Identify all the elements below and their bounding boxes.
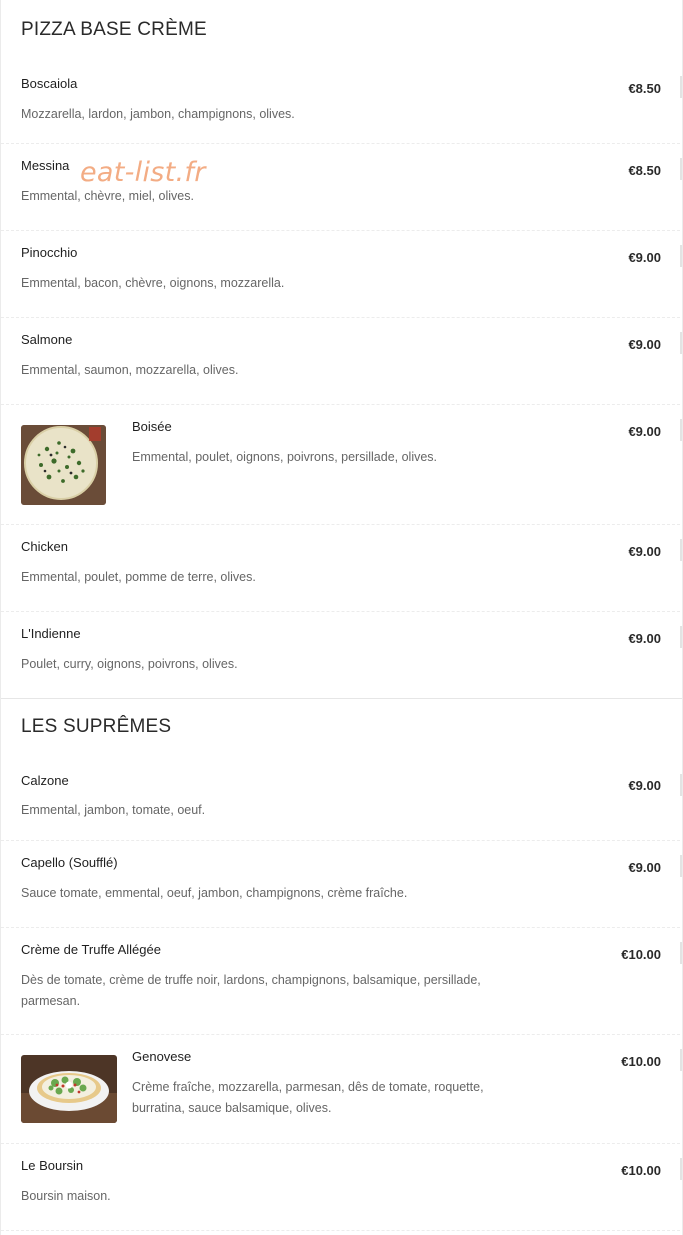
menu-item[interactable]: Crème de Truffe Allégée Dès de tomate, c… xyxy=(1,928,682,1035)
add-handle[interactable] xyxy=(680,245,682,267)
add-handle[interactable] xyxy=(680,539,682,561)
menu-item[interactable]: Le Boursin Boursin maison. €10.00 xyxy=(1,1144,682,1231)
item-description: Emmental, chèvre, miel, olives. xyxy=(21,189,194,203)
item-price: €10.00 xyxy=(621,947,661,962)
item-price: €9.00 xyxy=(628,778,661,793)
item-description: Boursin maison. xyxy=(21,1189,111,1203)
add-handle[interactable] xyxy=(680,942,682,964)
item-name: Capello (Soufflé) xyxy=(21,855,118,870)
menu-item[interactable]: Boisée Emmental, poulet, oignons, poivro… xyxy=(1,405,682,525)
add-handle[interactable] xyxy=(680,76,682,98)
item-description: Emmental, poulet, pomme de terre, olives… xyxy=(21,570,256,584)
menu-item[interactable]: L'Indienne Poulet, curry, oignons, poivr… xyxy=(1,612,682,698)
item-description: Emmental, saumon, mozzarella, olives. xyxy=(21,363,239,377)
menu-item[interactable]: Genovese Crème fraîche, mozzarella, parm… xyxy=(1,1035,682,1144)
pizza-photo[interactable] xyxy=(21,1055,117,1123)
item-description: Emmental, bacon, chèvre, oignons, mozzar… xyxy=(21,276,285,290)
menu-item[interactable]: Calzone Emmental, jambon, tomate, oeuf. … xyxy=(1,766,682,841)
item-price: €9.00 xyxy=(628,337,661,352)
menu-item[interactable]: Capello (Soufflé) Sauce tomate, emmental… xyxy=(1,841,682,928)
item-price: €9.00 xyxy=(628,860,661,875)
item-description: Emmental, jambon, tomate, oeuf. xyxy=(21,803,206,817)
item-price: €9.00 xyxy=(628,544,661,559)
item-description: Dès de tomate, crème de truffe noir, lar… xyxy=(21,973,481,1008)
section-title: LES SUPRÊMES xyxy=(21,716,172,737)
item-price: €9.00 xyxy=(628,631,661,646)
section-title: PIZZA BASE CRÈME xyxy=(21,19,207,40)
item-name: Boscaiola xyxy=(21,76,78,91)
menu-item[interactable]: Pinocchio Emmental, bacon, chèvre, oigno… xyxy=(1,231,682,318)
section-pizza-base-creme: PIZZA BASE CRÈME Boscaiola Mozzarella, l… xyxy=(1,0,682,698)
add-handle[interactable] xyxy=(680,1049,682,1071)
add-handle[interactable] xyxy=(680,626,682,648)
section-les-supremes: LES SUPRÊMES Calzone Emmental, jambon, t… xyxy=(1,698,682,1231)
menu-item[interactable]: Boscaiola Mozzarella, lardon, jambon, ch… xyxy=(1,62,682,144)
item-price: €8.50 xyxy=(628,81,661,96)
item-name: Calzone xyxy=(21,773,69,788)
item-description: Poulet, curry, oignons, poivrons, olives… xyxy=(21,657,238,671)
item-price: €10.00 xyxy=(621,1054,661,1069)
add-handle[interactable] xyxy=(680,419,682,441)
menu-page: PIZZA BASE CRÈME Boscaiola Mozzarella, l… xyxy=(0,0,683,1235)
item-name: L'Indienne xyxy=(21,626,81,641)
item-price: €10.00 xyxy=(621,1163,661,1178)
add-handle[interactable] xyxy=(680,774,682,796)
menu-item[interactable]: Salmone Emmental, saumon, mozzarella, ol… xyxy=(1,318,682,405)
item-price: €9.00 xyxy=(628,424,661,439)
add-handle[interactable] xyxy=(680,1158,682,1180)
item-name: Genovese xyxy=(132,1049,192,1064)
item-description: Emmental, poulet, oignons, poivrons, per… xyxy=(132,450,438,464)
item-name: Chicken xyxy=(21,539,68,554)
item-name: Boisée xyxy=(132,419,172,434)
item-name: Crème de Truffe Allégée xyxy=(21,942,161,957)
watermark: eat-list.fr xyxy=(80,157,206,188)
item-name: Salmone xyxy=(21,332,73,347)
item-description: Mozzarella, lardon, jambon, champignons,… xyxy=(21,107,295,121)
item-name: Pinocchio xyxy=(21,245,78,260)
item-name: Messina xyxy=(21,158,70,173)
item-price: €9.00 xyxy=(628,250,661,265)
add-handle[interactable] xyxy=(680,855,682,877)
add-handle[interactable] xyxy=(680,332,682,354)
item-name: Le Boursin xyxy=(21,1158,84,1173)
item-description: Crème fraîche, mozzarella, parmesan, dês… xyxy=(132,1080,484,1115)
item-description: Sauce tomate, emmental, oeuf, jambon, ch… xyxy=(21,886,408,900)
item-price: €8.50 xyxy=(628,163,661,178)
menu-item[interactable]: Chicken Emmental, poulet, pomme de terre… xyxy=(1,525,682,612)
pizza-photo[interactable] xyxy=(21,425,106,505)
add-handle[interactable] xyxy=(680,158,682,180)
